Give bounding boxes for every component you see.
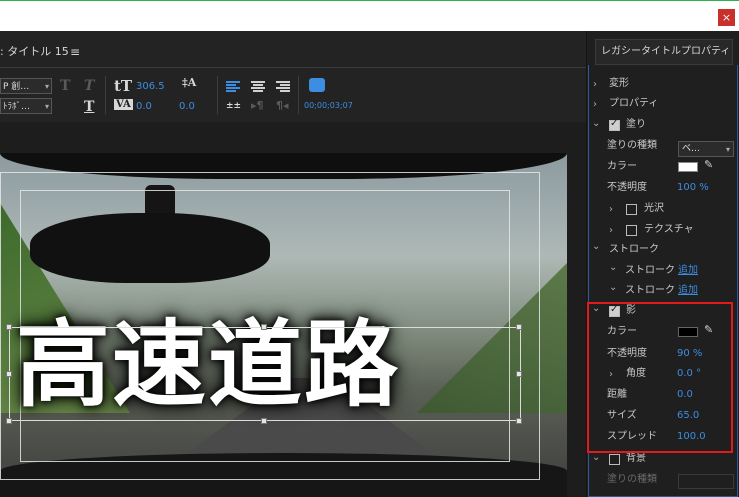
chevron-down-icon: ▾ — [725, 145, 730, 154]
opacity-label: 不透明度 — [607, 182, 647, 193]
chevron-down-icon[interactable]: ⌄ — [592, 241, 600, 252]
align-center-icon[interactable] — [251, 81, 265, 93]
opacity-value[interactable]: 100 % — [677, 178, 709, 198]
resize-handle[interactable] — [516, 324, 522, 330]
title-tab[interactable]: : タイトル 15 ≡ — [0, 43, 80, 65]
window-top-bar: × — [0, 0, 739, 31]
resize-handle[interactable] — [261, 324, 267, 330]
sheen-label[interactable]: 光沢 — [644, 199, 664, 219]
chevron-down-icon[interactable]: ⌄ — [592, 452, 600, 463]
resize-handle[interactable] — [261, 418, 267, 424]
paragraph-right-icon[interactable]: ¶◂ — [276, 99, 289, 112]
eyedropper-icon[interactable]: ✎ — [704, 158, 713, 171]
texture-checkbox[interactable] — [626, 225, 637, 236]
close-button[interactable]: × — [718, 9, 735, 26]
hamburger-icon[interactable]: ≡ — [70, 45, 80, 59]
font-family-select[interactable]: P 創… ▾ — [0, 78, 52, 94]
font-size-value[interactable]: 306.5 — [136, 81, 165, 92]
section-stroke[interactable]: ストローク — [609, 240, 659, 260]
kerning-value[interactable]: 0.0 — [136, 101, 152, 112]
inner-stroke-label: ストローク — [625, 265, 675, 276]
outer-stroke-add-link[interactable]: 追加 — [678, 281, 698, 301]
resize-handle[interactable] — [6, 324, 12, 330]
background-video-icon[interactable] — [309, 78, 325, 92]
resize-handle[interactable] — [516, 418, 522, 424]
toolbar-separator — [217, 76, 218, 114]
underline-icon[interactable]: T — [84, 99, 94, 115]
fill-checkbox[interactable] — [609, 118, 620, 131]
toolbar-separator — [298, 76, 299, 114]
chevron-down-icon: ▾ — [44, 82, 49, 91]
fill-color-swatch[interactable] — [678, 162, 698, 172]
section-transform[interactable]: 変形 — [609, 74, 629, 94]
align-right-icon[interactable] — [276, 81, 290, 93]
texture-label[interactable]: テクスチャ — [644, 220, 694, 240]
toolbar-separator — [105, 76, 106, 114]
paragraph-left-icon[interactable]: ▸¶ — [251, 99, 264, 112]
section-fill[interactable]: 塗り — [626, 115, 646, 135]
chevron-down-icon: ▾ — [44, 102, 49, 111]
title-tab-label: : タイトル 15 — [0, 45, 69, 58]
divider — [0, 67, 586, 68]
resize-handle[interactable] — [6, 371, 12, 377]
inner-stroke-add-link[interactable]: 追加 — [678, 261, 698, 281]
section-properties[interactable]: プロパティ — [609, 94, 658, 114]
color-label: カラー — [607, 161, 637, 172]
resize-handle[interactable] — [516, 371, 522, 377]
chevron-right-icon[interactable]: › — [593, 79, 597, 90]
resize-handle[interactable] — [6, 418, 12, 424]
bg-fill-type-select — [678, 474, 734, 489]
tab-stops-icon[interactable]: ±± — [226, 101, 241, 111]
timecode[interactable]: 00;00;03;07 — [304, 101, 353, 110]
leading-value[interactable]: 0.0 — [179, 101, 195, 112]
kerning-icon: VA — [114, 99, 133, 110]
fill-type-label: 塗りの種類 — [607, 140, 657, 151]
chevron-right-icon[interactable]: › — [609, 225, 613, 236]
chevron-right-icon[interactable]: › — [593, 99, 597, 110]
bold-icon[interactable]: T — [60, 78, 70, 94]
highlight-box — [587, 302, 733, 453]
chevron-right-icon[interactable]: › — [609, 204, 613, 215]
bg-fill-type-label: 塗りの種類 — [607, 474, 657, 485]
font-style-select[interactable]: ﾄﾗﾎﾞ… ▾ — [0, 98, 52, 114]
leading-icon: ‡A — [182, 76, 197, 89]
italic-icon[interactable]: T — [84, 78, 94, 94]
outer-stroke-label: ストローク — [625, 285, 675, 296]
sheen-checkbox[interactable] — [626, 204, 637, 215]
font-size-icon: tT — [114, 77, 133, 95]
chevron-down-icon[interactable]: ⌄ — [609, 262, 617, 273]
chevron-down-icon[interactable]: ⌄ — [609, 282, 617, 293]
align-left-icon[interactable] — [226, 81, 240, 93]
text-bounding-box[interactable] — [9, 327, 521, 421]
chevron-down-icon[interactable]: ⌄ — [592, 118, 600, 129]
fill-type-select[interactable]: ベ… ▾ — [678, 141, 734, 157]
background-checkbox[interactable] — [609, 454, 620, 465]
panel-tab[interactable]: レガシータイトルプロパティ — [595, 39, 733, 65]
